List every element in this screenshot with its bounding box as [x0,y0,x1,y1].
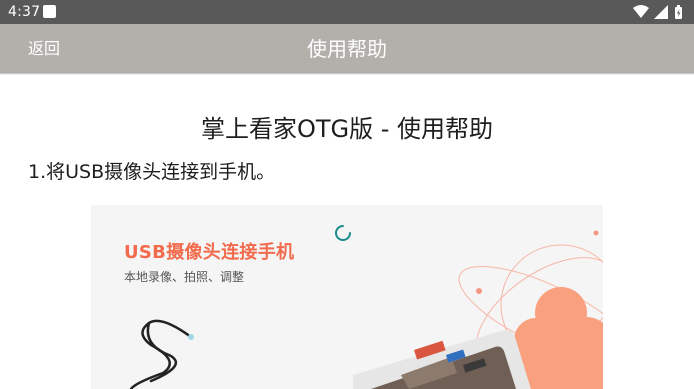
back-button[interactable]: 返回 [28,24,60,72]
battery-icon [675,5,682,19]
usb-camera-cable-icon [129,319,193,389]
step-1-text: 1.将USB摄像头连接到手机。 [28,161,276,183]
page-title: 使用帮助 [307,37,387,61]
notification-app-icon [43,5,56,18]
cloud-icon [514,287,603,389]
app-bar-shadow [0,72,694,75]
status-icons [632,4,684,20]
loading-spinner-icon [335,225,351,241]
app-bar: 使用帮助 返回 [0,24,694,72]
signal-icon [654,5,668,19]
banner-subtitle: 本地录像、拍照、调整 [124,270,245,284]
help-heading: 掌上看家OTG版 - 使用帮助 [200,115,494,143]
tablet-device-icon [353,330,531,389]
wifi-icon [633,5,649,18]
banner-title: USB摄像头连接手机 [124,242,295,263]
status-time: 4:37 [8,4,41,20]
status-bar: 4:37 [0,0,694,24]
